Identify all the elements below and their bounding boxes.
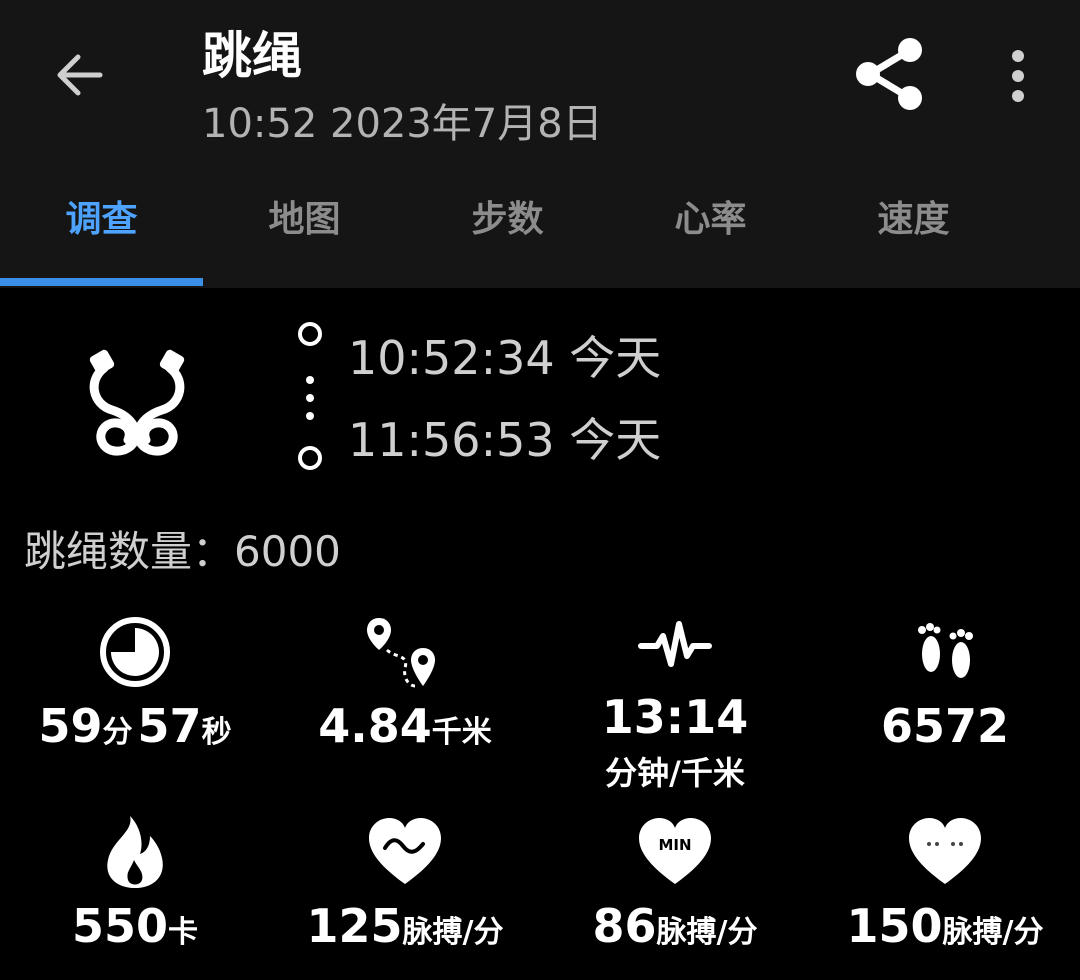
heart-wave-icon [369,818,441,884]
route-icon [367,618,435,688]
share-button[interactable] [848,34,928,114]
duration-sec-unit: 秒 [201,715,232,750]
stat-pace: 13:14 分钟/千米 [540,614,810,793]
max-heart-rate-unit: 脉搏/分 [942,915,1044,950]
avg-heart-rate-value: 125 [306,899,403,953]
pace-unit: 分钟/千米 [605,754,745,792]
jump-count-label: 跳绳数量： [24,527,235,576]
heart-min-badge: MIN [658,836,691,854]
min-heart-rate-value: 86 [592,899,657,953]
stat-distance: 4.84千米 [270,614,540,765]
tab-survey[interactable]: 调查 [0,180,203,260]
session-start-time: 10:52:34 今天 [348,331,662,385]
pulse-wave-icon [638,621,712,667]
jump-count-value: 6000 [234,527,341,576]
tab-map[interactable]: 地图 [203,180,406,260]
session-timeline [290,318,330,478]
clock-icon [100,617,170,687]
duration-min-unit: 分 [102,715,133,750]
heart-max-icon [909,818,981,884]
stat-steps: 6572 [810,614,1080,765]
session-end-time: 11:56:53 今天 [348,413,662,467]
avg-heart-rate-unit: 脉搏/分 [402,915,504,950]
min-heart-rate-unit: 脉搏/分 [656,915,758,950]
distance-unit: 千米 [431,715,492,750]
stat-min-heart-rate: MIN 86脉搏/分 [540,814,810,965]
app-bar: 跳绳 10:52 2023年7月8日 调查 地图 步数 心率 速度 [0,0,1080,288]
calories-value: 550 [71,899,169,953]
distance-value: 4.84 [318,699,432,753]
tab-heart-rate[interactable]: 心率 [609,180,812,260]
more-vertical-icon [1012,50,1024,102]
max-heart-rate-value: 150 [846,899,943,953]
jump-rope-icon [82,340,192,460]
steps-value: 6572 [880,699,1010,753]
share-icon [856,38,922,110]
stat-duration: 59分 57秒 [0,614,270,765]
stat-avg-heart-rate: 125脉搏/分 [270,814,540,965]
tab-steps[interactable]: 步数 [406,180,609,260]
arrow-left-icon [57,54,103,96]
footprints-icon [918,623,973,678]
tab-speed[interactable]: 速度 [812,180,1015,260]
duration-minutes: 59 [38,699,103,753]
heart-min-icon: MIN [639,818,711,884]
more-options-button[interactable] [996,44,1040,108]
calories-unit: 卡 [168,915,199,950]
tab-bar: 调查 地图 步数 心率 速度 [0,180,1080,288]
stat-max-heart-rate: 150脉搏/分 [810,814,1080,965]
page-subtitle: 10:52 2023年7月8日 [202,101,603,147]
duration-seconds: 57 [137,699,202,753]
page-title: 跳绳 [202,27,302,85]
stat-calories: 550卡 [0,814,270,965]
jump-count: 跳绳数量：6000 [24,524,341,580]
pace-value: 13:14 [601,690,749,744]
flame-icon [107,816,163,888]
tab-active-indicator [0,278,203,286]
back-button[interactable] [50,45,110,105]
